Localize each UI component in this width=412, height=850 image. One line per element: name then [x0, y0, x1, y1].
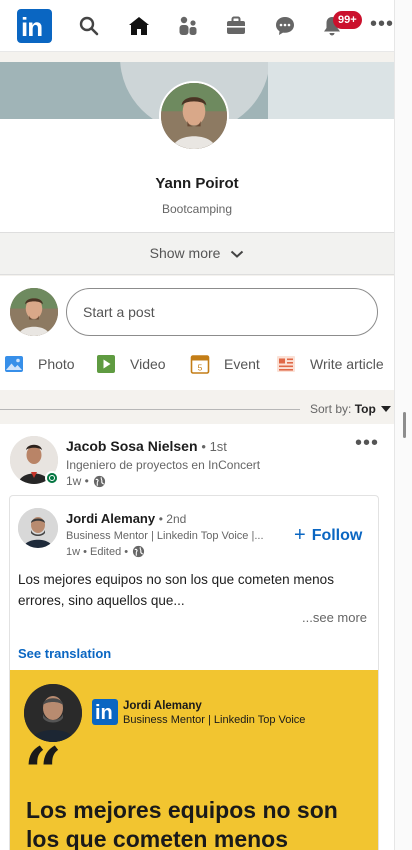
chevron-down-icon	[230, 234, 244, 274]
article-icon	[276, 354, 296, 374]
notifications-badge: 99+	[333, 11, 362, 29]
reshared-post: Jordi Alemany • 2nd Business Mentor | Li…	[9, 495, 379, 850]
search-icon[interactable]	[77, 14, 101, 38]
linkedin-logo[interactable]: in	[17, 9, 52, 43]
video-label: Video	[130, 356, 166, 372]
write-article-button[interactable]: Write article	[276, 352, 384, 376]
caret-down-icon[interactable]	[381, 406, 391, 412]
author-avatar[interactable]	[18, 508, 58, 548]
show-more-button[interactable]: Show more	[0, 232, 394, 275]
feed-post: Jacob Sosa Nielsen • 1st Ingeniero de pr…	[0, 424, 394, 850]
post-timestamp: 1w •	[66, 474, 106, 488]
online-status-indicator	[45, 471, 59, 485]
actor-name[interactable]: Jacob Sosa Nielsen • 1st	[66, 438, 227, 454]
messaging-icon[interactable]	[273, 14, 297, 38]
image-author-role: Business Mentor | Linkedin Top Voice	[123, 714, 306, 726]
photo-icon	[4, 354, 24, 374]
start-post-button[interactable]: Start a post	[66, 288, 378, 336]
show-more-label: Show more	[149, 245, 221, 261]
plus-icon: +	[294, 524, 306, 546]
post-text: Los mejores equipos no son los que comet…	[18, 572, 334, 608]
connection-degree: • 1st	[201, 439, 227, 454]
event-icon: 5	[190, 354, 210, 374]
sort-value: Top	[354, 402, 376, 416]
scrollbar[interactable]	[394, 0, 412, 850]
svg-text:5: 5	[198, 363, 203, 373]
jobs-icon[interactable]	[224, 14, 248, 38]
event-label: Event	[224, 356, 260, 372]
image-author-name: Jordi Alemany	[123, 700, 202, 712]
profile-name[interactable]: Yann Poirot	[0, 175, 394, 192]
profile-avatar[interactable]	[159, 81, 229, 151]
scrollbar-thumb[interactable]	[403, 412, 406, 438]
shared-connection-degree: • 2nd	[158, 512, 187, 526]
profile-card: Yann Poirot Bootcamping Show more	[0, 62, 394, 275]
post-image[interactable]: in Jordi Alemany Business Mentor | Linke…	[10, 670, 378, 850]
post-options-icon[interactable]: •••	[355, 433, 379, 453]
profile-headline: Bootcamping	[161, 202, 233, 216]
share-actions: Photo Video 5 Event Write article	[0, 352, 394, 376]
write-article-label: Write article	[310, 356, 384, 372]
event-button[interactable]: 5 Event	[190, 352, 260, 376]
see-more-button[interactable]: ...see more	[302, 610, 367, 625]
video-button[interactable]: Video	[96, 352, 166, 376]
photo-button[interactable]: Photo	[4, 352, 75, 376]
actor-description: Ingeniero de proyectos en InConcert	[66, 458, 261, 472]
my-network-icon[interactable]	[176, 14, 200, 38]
user-avatar[interactable]	[10, 288, 58, 336]
divider	[0, 409, 300, 410]
more-menu-icon[interactable]: •••	[370, 14, 394, 34]
follow-button[interactable]: + Follow	[294, 524, 362, 547]
follow-label: Follow	[311, 527, 363, 544]
share-box: Start a post Photo Video 5 Event Write a…	[0, 276, 394, 390]
see-translation-link[interactable]: See translation	[18, 646, 111, 661]
image-headline: Los mejores equipos no son los que comet…	[26, 797, 338, 850]
main-pane: in 99+ ••• Yann Poirot Bootcamping Show …	[0, 0, 394, 850]
home-icon[interactable]	[127, 14, 151, 38]
shared-timestamp: 1w • Edited •	[66, 545, 145, 558]
sort-label: Sort by:	[310, 402, 352, 416]
video-icon	[96, 354, 116, 374]
feed-sort-bar: Sort by: Top	[0, 398, 394, 420]
shared-author-description: Business Mentor | Linkedin Top Voice |..…	[66, 530, 264, 542]
shared-author-name[interactable]: Jordi Alemany • 2nd	[66, 511, 186, 526]
sort-dropdown[interactable]: Sort by: Top	[310, 402, 376, 416]
globe-icon	[133, 545, 145, 558]
linkedin-app: in 99+ ••• Yann Poirot Bootcamping Show …	[0, 0, 412, 850]
top-navigation: in 99+ •••	[0, 0, 394, 52]
globe-icon	[93, 475, 105, 487]
linkedin-logo-icon: in	[92, 699, 118, 725]
photo-label: Photo	[38, 356, 75, 372]
